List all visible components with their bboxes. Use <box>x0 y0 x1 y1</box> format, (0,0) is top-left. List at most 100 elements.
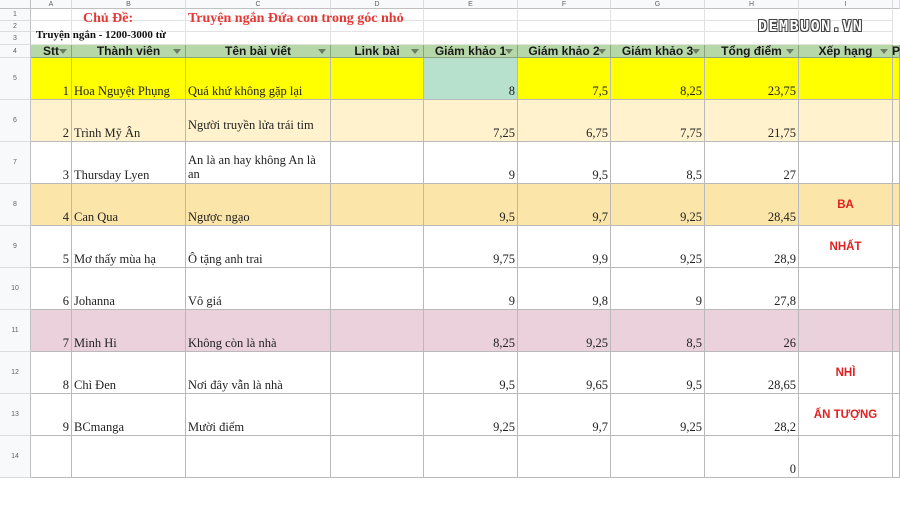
cell-title[interactable]: Người truyền lửa trái tim <box>186 100 331 142</box>
row-header-3[interactable]: 3 <box>0 32 31 45</box>
cell-g2[interactable]: 7,5 <box>518 58 611 100</box>
cell-link[interactable] <box>331 394 424 436</box>
cell-rank[interactable] <box>799 142 893 184</box>
cell-g1[interactable]: 7,25 <box>424 100 518 142</box>
cell-g1[interactable]: 8,25 <box>424 310 518 352</box>
filter-dropdown-icon[interactable] <box>505 49 513 54</box>
row-header-6[interactable]: 6 <box>0 100 31 142</box>
cell-rank[interactable] <box>799 58 893 100</box>
cell-total[interactable]: 23,75 <box>705 58 799 100</box>
column-header-g[interactable]: G <box>611 0 705 9</box>
cell-total[interactable]: 27 <box>705 142 799 184</box>
row-header-11[interactable]: 11 <box>0 310 31 352</box>
cell-g3[interactable]: 7,75 <box>611 100 705 142</box>
cell-p[interactable] <box>893 436 900 478</box>
cell-g3[interactable]: 9 <box>611 268 705 310</box>
cell-rank[interactable]: BA <box>799 184 893 226</box>
column-header-b[interactable]: B <box>72 0 186 9</box>
grid-cell[interactable] <box>518 21 611 32</box>
cell-title[interactable] <box>186 436 331 478</box>
cell-p[interactable] <box>893 268 900 310</box>
cell-member[interactable]: Mơ thấy mùa hạ <box>72 226 186 268</box>
grid-cell[interactable] <box>31 9 72 21</box>
row-header-7[interactable]: 7 <box>0 142 31 184</box>
cell-g1[interactable]: 9 <box>424 268 518 310</box>
cell-g1[interactable]: 9,5 <box>424 352 518 394</box>
column-header-h[interactable]: H <box>705 0 799 9</box>
row-header-13[interactable]: 13 <box>0 394 31 436</box>
cell-member[interactable]: Trình Mỹ Ân <box>72 100 186 142</box>
grid-cell[interactable] <box>611 21 705 32</box>
cell-link[interactable] <box>331 226 424 268</box>
column-header-e[interactable]: E <box>424 0 518 9</box>
header-7[interactable]: Giám khảo 3 <box>611 44 705 58</box>
header-3[interactable]: Tên bài viết <box>186 44 331 58</box>
cell-g3[interactable]: 9,25 <box>611 184 705 226</box>
cell-stt[interactable]: 9 <box>31 394 72 436</box>
cell-total[interactable]: 28,65 <box>705 352 799 394</box>
cell-stt[interactable]: 4 <box>31 184 72 226</box>
cell-link[interactable] <box>331 100 424 142</box>
filter-dropdown-icon[interactable] <box>318 49 326 54</box>
cell-p[interactable] <box>893 184 900 226</box>
cell-member[interactable] <box>72 436 186 478</box>
row-header-2[interactable]: 2 <box>0 21 31 32</box>
cell-link[interactable] <box>331 184 424 226</box>
cell-g1[interactable]: 9,75 <box>424 226 518 268</box>
column-header-j[interactable] <box>893 0 900 9</box>
cell-title[interactable]: Nơi đây vẫn là nhà <box>186 352 331 394</box>
cell-total[interactable]: 28,9 <box>705 226 799 268</box>
cell-total[interactable]: 0 <box>705 436 799 478</box>
header-6[interactable]: Giám khảo 2 <box>518 44 611 58</box>
cell-p[interactable] <box>893 58 900 100</box>
cell-member[interactable]: Hoa Nguyệt Phụng <box>72 58 186 100</box>
header-1[interactable]: Stt <box>31 44 72 58</box>
cell-total[interactable]: 21,75 <box>705 100 799 142</box>
cell-stt[interactable] <box>31 436 72 478</box>
filter-dropdown-icon[interactable] <box>598 49 606 54</box>
filter-dropdown-icon[interactable] <box>59 49 67 54</box>
cell-total[interactable]: 28,45 <box>705 184 799 226</box>
cell-g2[interactable]: 9,65 <box>518 352 611 394</box>
cell-g2[interactable]: 9,7 <box>518 394 611 436</box>
header-10[interactable]: P <box>892 44 900 58</box>
row-header-5[interactable]: 5 <box>0 58 31 100</box>
cell-member[interactable]: Thursday Lyen <box>72 142 186 184</box>
cell-p[interactable] <box>893 142 900 184</box>
row-header-4[interactable]: 4 <box>0 45 31 58</box>
cell-member[interactable]: Can Qua <box>72 184 186 226</box>
cell-g2[interactable]: 6,75 <box>518 100 611 142</box>
cell-g2[interactable]: 9,7 <box>518 184 611 226</box>
cell-g1[interactable]: 9 <box>424 142 518 184</box>
cell-link[interactable] <box>331 268 424 310</box>
cell-rank[interactable] <box>799 310 893 352</box>
cell-member[interactable]: Chì Đen <box>72 352 186 394</box>
cell-g2[interactable]: 9,25 <box>518 310 611 352</box>
row-header-10[interactable]: 10 <box>0 268 31 310</box>
cell-title[interactable]: Không còn là nhà <box>186 310 331 352</box>
cell-stt[interactable]: 5 <box>31 226 72 268</box>
cell-p[interactable] <box>893 352 900 394</box>
column-header-i[interactable]: I <box>799 0 893 9</box>
cell-g2[interactable]: 9,9 <box>518 226 611 268</box>
cell-g1[interactable] <box>424 436 518 478</box>
cell-g3[interactable]: 8,5 <box>611 310 705 352</box>
cell-rank[interactable]: NHẤT <box>799 226 893 268</box>
cell-title[interactable]: An là an hay không An là an <box>186 142 331 184</box>
cell-g1[interactable]: 9,5 <box>424 184 518 226</box>
select-all-corner[interactable] <box>0 0 31 9</box>
cell-rank[interactable] <box>799 268 893 310</box>
cell-stt[interactable]: 8 <box>31 352 72 394</box>
cell-total[interactable]: 28,2 <box>705 394 799 436</box>
row-header-1[interactable]: 1 <box>0 9 31 21</box>
row-header-9[interactable]: 9 <box>0 226 31 268</box>
header-9[interactable]: Xếp hạng <box>799 44 893 58</box>
cell-p[interactable] <box>893 226 900 268</box>
header-2[interactable]: Thành viên <box>72 44 186 58</box>
row-header-14[interactable]: 14 <box>0 436 31 478</box>
filter-dropdown-icon[interactable] <box>411 49 419 54</box>
cell-g2[interactable]: 9,5 <box>518 142 611 184</box>
cell-g3[interactable]: 9,5 <box>611 352 705 394</box>
cell-g3[interactable]: 8,25 <box>611 58 705 100</box>
cell-rank[interactable]: ẤN TƯỢNG <box>799 394 893 436</box>
